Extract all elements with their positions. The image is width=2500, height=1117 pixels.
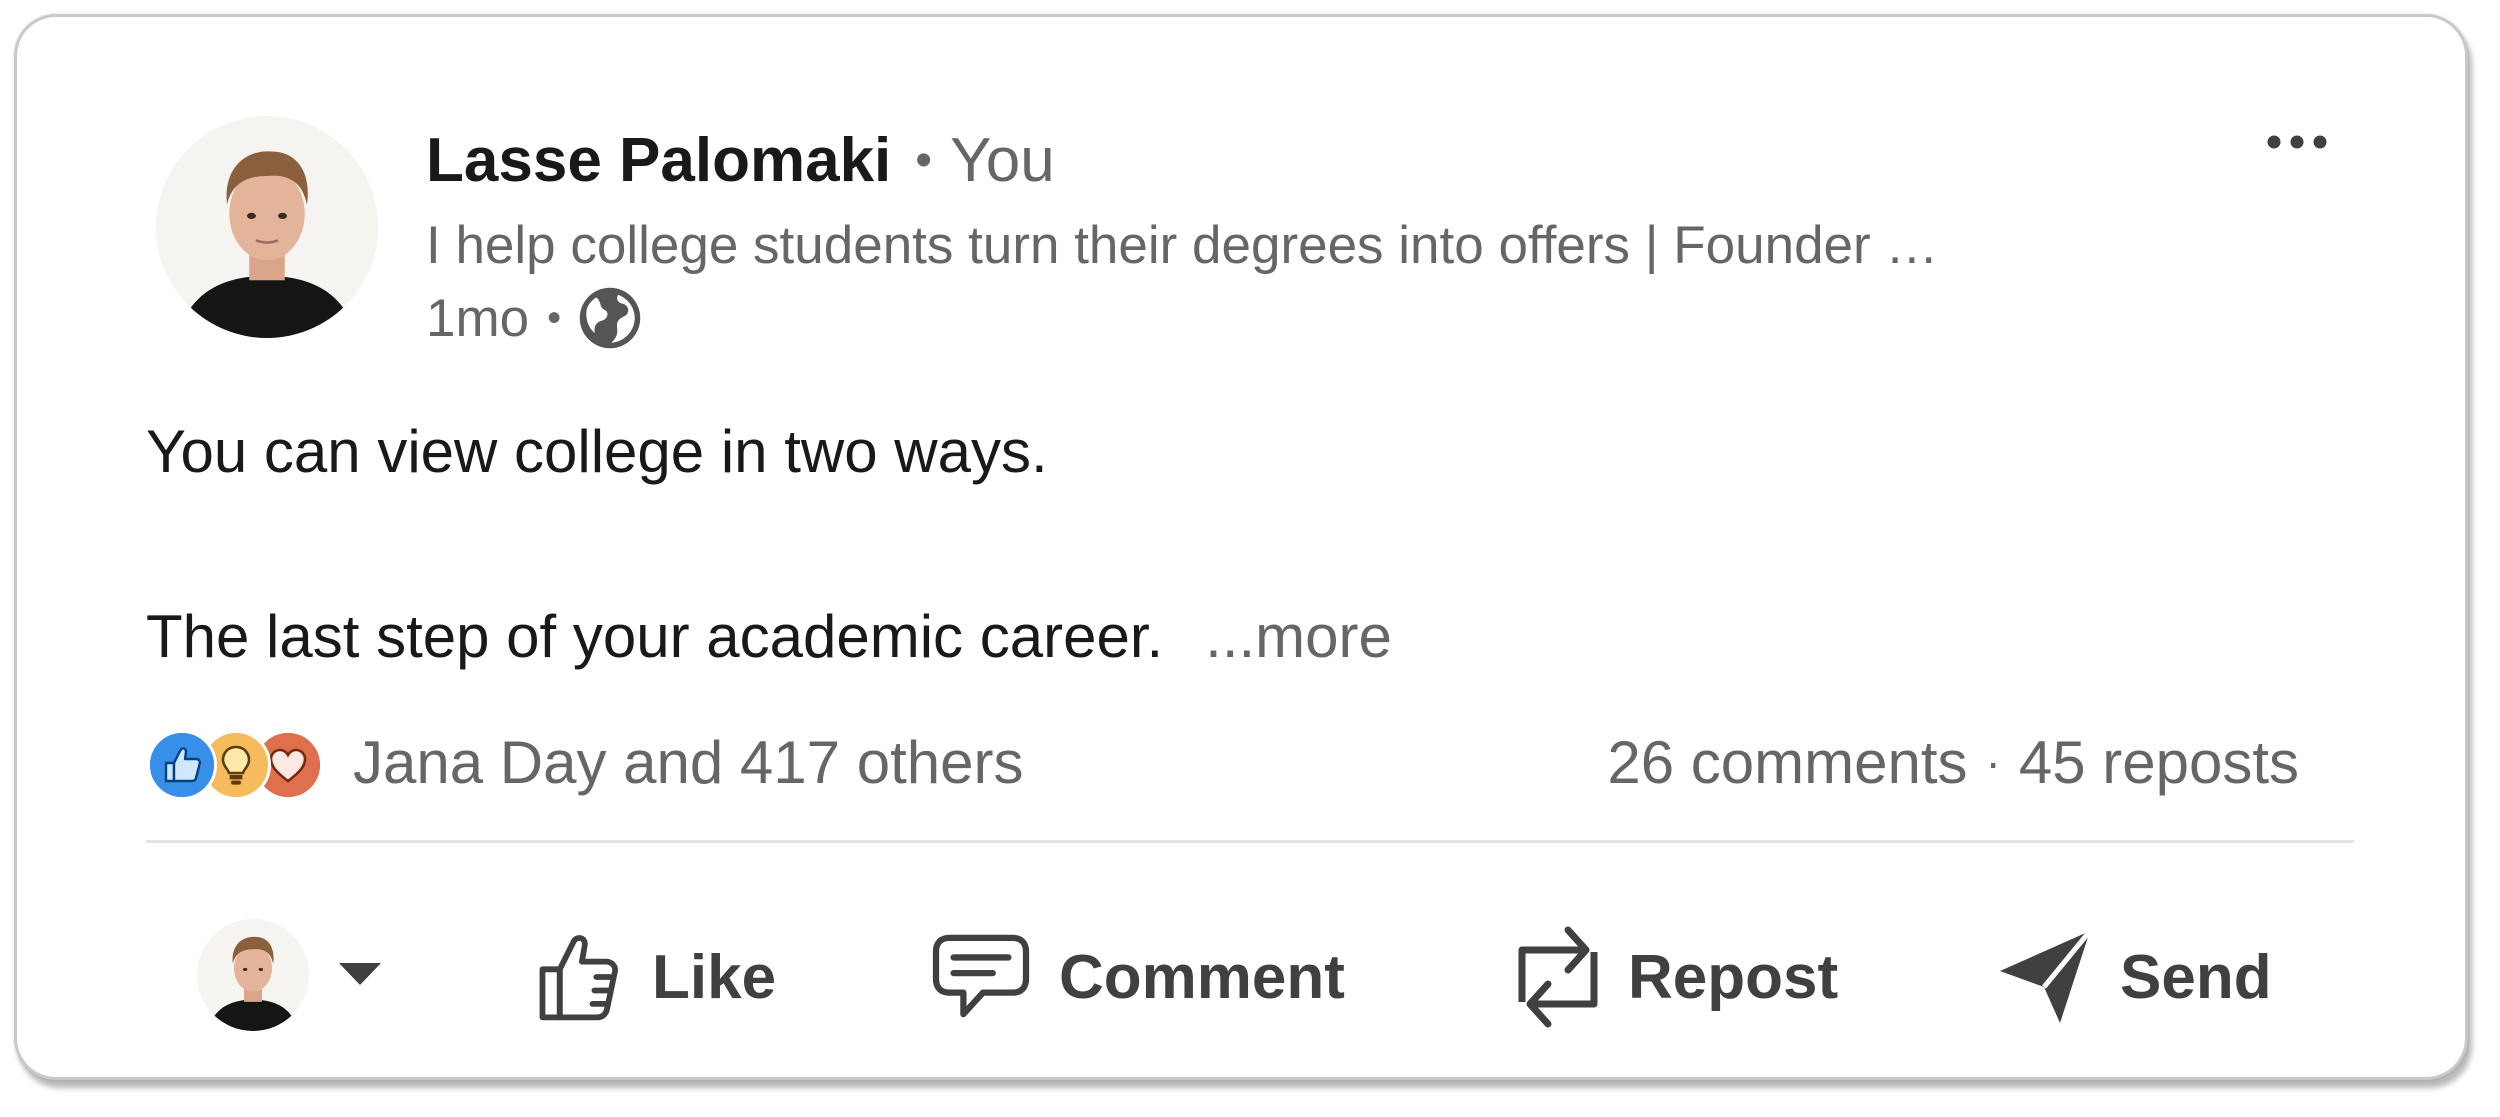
post-actions-bar: Like Comment Repost Send (17, 907, 2465, 1047)
reaction-icons (147, 727, 337, 800)
author-headline: I help college students turn their degre… (426, 216, 1939, 275)
actor-avatar[interactable] (197, 919, 309, 1031)
repost-label: Repost (1628, 942, 1839, 1012)
social-counts: 26 comments · 45 reposts (1607, 727, 2299, 797)
reposts-count[interactable]: 45 reposts (2019, 728, 2299, 797)
like-label: Like (652, 942, 777, 1012)
see-more-link[interactable]: ...more (1205, 602, 1392, 671)
comments-count[interactable]: 26 comments (1607, 728, 1967, 797)
author-relation: You (950, 125, 1055, 195)
counts-separator: · (1985, 736, 2001, 788)
author-separator: • (915, 133, 933, 187)
post-text-line: The last step of your academic career. (146, 603, 1164, 670)
send-label: Send (2120, 942, 2272, 1012)
globe-icon (577, 285, 643, 351)
post-text-line-2: The last step of your academic career. .… (146, 602, 1392, 671)
more-horizontal-icon (2267, 135, 2327, 149)
post-meta: 1mo • (426, 283, 643, 353)
reactions-count[interactable]: Jana Day and 417 others (353, 728, 1023, 797)
post-text-line: You can view college in two ways. (146, 418, 1048, 485)
comment-label: Comment (1059, 942, 1345, 1012)
post-options-button[interactable] (2262, 117, 2332, 167)
actor-switch-dropdown[interactable] (337, 961, 383, 992)
comment-button[interactable]: Comment (929, 907, 1345, 1047)
post-card: Lasse Palomaki • You I help college stud… (14, 14, 2468, 1080)
repost-button[interactable]: Repost (1514, 907, 1838, 1047)
send-button[interactable]: Send (1996, 907, 2272, 1047)
comment-icon (932, 934, 1030, 1018)
like-button[interactable]: Like (532, 907, 776, 1047)
author-avatar[interactable] (156, 116, 378, 338)
post-time: 1mo (426, 288, 530, 348)
divider (146, 840, 2354, 843)
send-icon (2000, 929, 2092, 1023)
caret-down-icon (339, 963, 381, 985)
repost-icon (1518, 926, 1598, 1028)
reactions-summary[interactable]: Jana Day and 417 others (147, 727, 1023, 800)
author-line: Lasse Palomaki • You (426, 125, 1055, 195)
meta-separator: • (547, 295, 562, 340)
thumbs-up-icon (539, 935, 618, 1021)
author-name[interactable]: Lasse Palomaki (426, 125, 891, 196)
like-reaction-icon (147, 730, 217, 800)
